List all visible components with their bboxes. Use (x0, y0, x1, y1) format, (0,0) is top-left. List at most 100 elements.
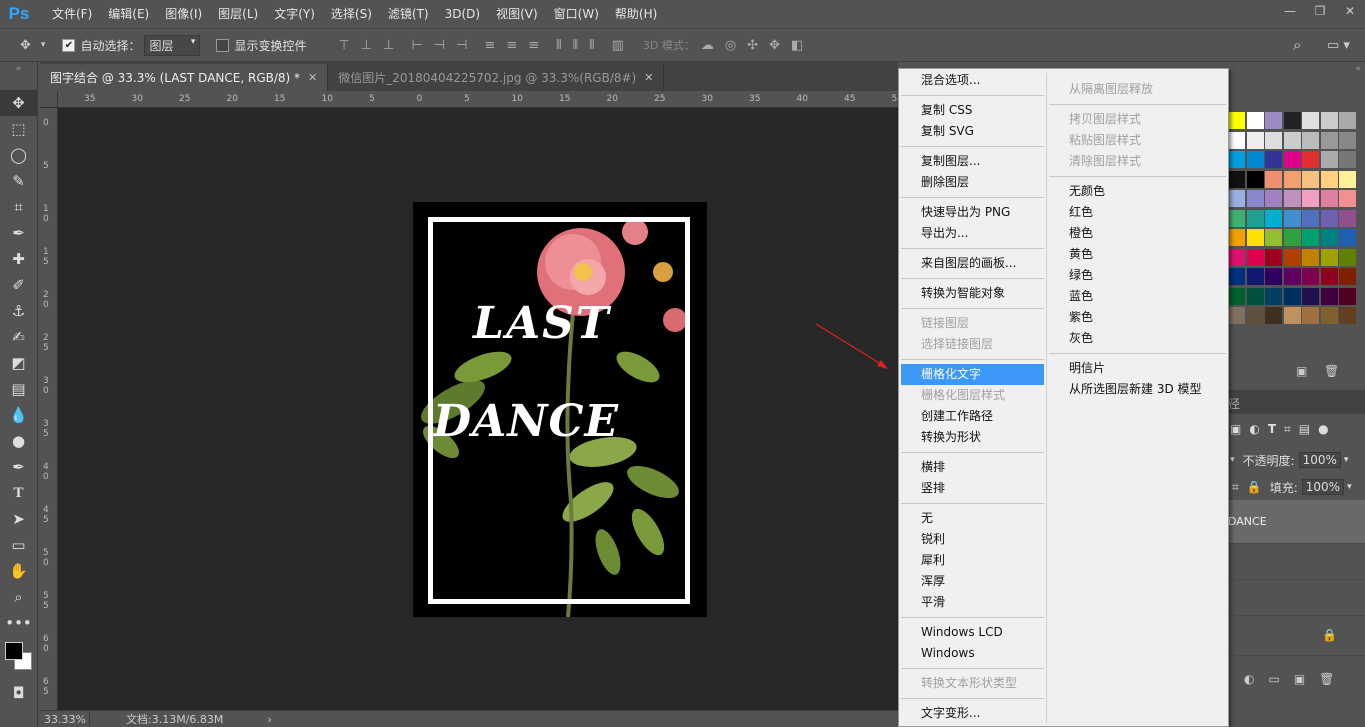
color-swatch[interactable] (1283, 151, 1301, 168)
color-swatch[interactable] (1283, 248, 1301, 266)
delete-layer-icon[interactable]: 🗑 (1319, 672, 1334, 686)
color-swatch[interactable] (1265, 151, 1282, 168)
minimize-button[interactable]: — (1275, 0, 1305, 22)
chevron-down-icon[interactable]: ▾ (1347, 482, 1352, 492)
eyedropper-tool-icon[interactable]: ✒ (0, 220, 37, 246)
collapse-icon[interactable]: » (0, 62, 37, 76)
hand-tool-icon[interactable]: ✋ (0, 558, 37, 584)
color-swatch[interactable] (1283, 112, 1301, 129)
restore-button[interactable]: ❐ (1305, 0, 1335, 22)
col1-item[interactable]: 复制 CSS (901, 100, 1044, 121)
color-swatch[interactable] (1320, 151, 1338, 168)
col2-item[interactable]: 无颜色 (1049, 181, 1226, 202)
color-swatch[interactable] (1228, 190, 1245, 207)
color-swatch[interactable] (1228, 112, 1245, 129)
zoom-level[interactable]: 33.33% (40, 712, 90, 726)
color-swatch[interactable] (1228, 229, 1245, 246)
pen-tool-icon[interactable]: ✒ (0, 454, 37, 480)
healing-brush-tool-icon[interactable]: ✚ (0, 246, 37, 272)
lock-artboard-icon[interactable]: ⌗ (1232, 480, 1239, 495)
color-swatch[interactable] (1320, 131, 1338, 149)
color-swatch[interactable] (1339, 209, 1356, 227)
panel-tab-fragment[interactable]: 径 (1228, 395, 1240, 412)
color-swatch[interactable] (1246, 209, 1264, 227)
art-text-line2[interactable]: DANCE (433, 396, 619, 447)
blur-tool-icon[interactable]: 💧 (0, 402, 37, 428)
col1-item[interactable]: 转换为智能对象 (901, 283, 1044, 304)
color-swatch[interactable] (1228, 151, 1245, 168)
rectangle-tool-icon[interactable]: ▭ (0, 532, 37, 558)
color-swatch[interactable] (1339, 151, 1356, 168)
color-swatch[interactable] (1228, 209, 1245, 227)
color-swatch[interactable] (1228, 170, 1245, 188)
color-swatch[interactable] (1339, 287, 1356, 305)
color-swatches[interactable] (0, 636, 37, 676)
col1-item[interactable]: 创建工作路径 (901, 406, 1044, 427)
distribute-left-icon[interactable]: ⫴ (556, 38, 562, 53)
layer-row[interactable] (1228, 580, 1365, 616)
menu-image[interactable]: 图像(I) (157, 0, 210, 28)
color-swatch[interactable] (1265, 190, 1282, 207)
col1-item[interactable]: 来自图层的画板... (901, 253, 1044, 274)
canvas-area[interactable]: LAST DANCE (58, 108, 898, 710)
opacity-input[interactable]: 100% (1298, 452, 1341, 468)
col2-item[interactable]: 橙色 (1049, 223, 1226, 244)
menu-window[interactable]: 窗口(W) (546, 0, 607, 28)
color-swatch[interactable] (1320, 307, 1338, 324)
col1-item[interactable]: 无 (901, 508, 1044, 529)
crop-tool-icon[interactable]: ⌗ (0, 194, 37, 220)
filter-smart-icon[interactable]: ▤ (1299, 422, 1310, 437)
col1-item[interactable]: 犀利 (901, 550, 1044, 571)
color-swatch[interactable] (1246, 307, 1264, 324)
color-swatch[interactable] (1339, 112, 1356, 129)
filter-type-icon[interactable]: T (1268, 422, 1276, 437)
artboard[interactable]: LAST DANCE (413, 202, 707, 617)
color-swatch[interactable] (1283, 190, 1301, 207)
menu-view[interactable]: 视图(V) (488, 0, 546, 28)
new-swatch-icon[interactable]: ▣ (1296, 364, 1307, 378)
color-swatch[interactable] (1339, 190, 1356, 207)
tab-document-1[interactable]: 图字结合 @ 33.3% (LAST DANCE, RGB/8) * ✕ (40, 64, 329, 91)
color-swatch[interactable] (1320, 287, 1338, 305)
color-swatch[interactable] (1246, 112, 1264, 129)
color-swatch[interactable] (1302, 170, 1319, 188)
color-swatch[interactable] (1265, 131, 1282, 149)
new-group-icon[interactable]: ▭ (1268, 672, 1279, 686)
color-swatch[interactable] (1265, 287, 1282, 305)
type-tool-icon[interactable]: T (0, 480, 37, 506)
col1-item[interactable]: 平滑 (901, 592, 1044, 613)
color-swatch[interactable] (1302, 287, 1319, 305)
distribute-top-icon[interactable]: ≡ (484, 38, 495, 53)
color-swatch[interactable] (1302, 248, 1319, 266)
zoom-tool-icon[interactable]: ⌕ (0, 584, 37, 610)
3d-rotate-icon[interactable]: ☁ (701, 38, 714, 53)
col2-item[interactable]: 黄色 (1049, 244, 1226, 265)
color-swatch[interactable] (1283, 209, 1301, 227)
color-swatch[interactable] (1302, 268, 1319, 285)
color-swatch[interactable] (1246, 131, 1264, 149)
menu-filter[interactable]: 滤镜(T) (380, 0, 437, 28)
col1-item[interactable]: 浑厚 (901, 571, 1044, 592)
color-swatch[interactable] (1339, 170, 1356, 188)
layer-row-selected[interactable]: DANCE (1228, 500, 1365, 544)
color-swatch[interactable] (1228, 307, 1245, 324)
color-swatch[interactable] (1302, 112, 1319, 129)
col2-item[interactable]: 明信片 (1049, 358, 1226, 379)
color-swatch[interactable] (1228, 248, 1245, 266)
align-hcenter-icon[interactable]: ⊣ (434, 38, 445, 53)
col1-item[interactable]: 混合选项... (901, 70, 1044, 91)
distribute-vcenter-icon[interactable]: ≡ (506, 38, 517, 53)
color-swatch[interactable] (1246, 248, 1264, 266)
workspace-icon[interactable]: ▭ ▾ (1327, 38, 1350, 53)
3d-drag-icon[interactable]: ✣ (747, 38, 758, 53)
color-swatch[interactable] (1265, 248, 1282, 266)
color-swatch[interactable] (1320, 170, 1338, 188)
tab-document-2[interactable]: 微信图片_20180404225702.jpg @ 33.3%(RGB/8#) … (328, 64, 665, 91)
col2-item[interactable]: 从所选图层新建 3D 模型 (1049, 379, 1226, 400)
quick-select-tool-icon[interactable]: ✎ (0, 168, 37, 194)
color-swatch[interactable] (1320, 268, 1338, 285)
color-swatch[interactable] (1302, 131, 1319, 149)
stamp-tool-icon[interactable]: ⚓ (0, 298, 37, 324)
show-transform-checkbox[interactable] (216, 38, 230, 52)
color-swatch[interactable] (1246, 151, 1264, 168)
